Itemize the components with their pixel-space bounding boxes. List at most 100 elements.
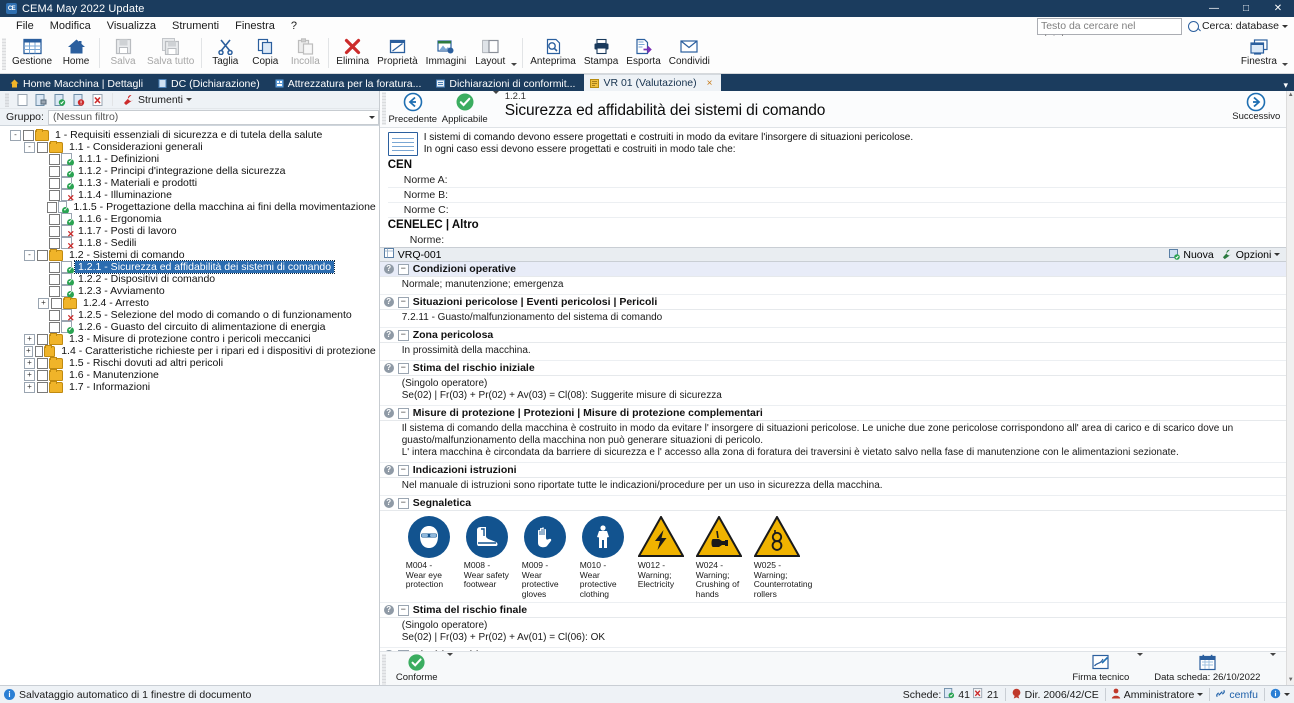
tree-checkbox[interactable] bbox=[23, 129, 34, 141]
safety-sign[interactable]: W025 - Warning; Counterrotating rollers bbox=[754, 515, 812, 599]
collapse-icon[interactable]: − bbox=[397, 407, 409, 419]
help-icon[interactable]: ? bbox=[383, 264, 394, 274]
section-header-situazioni-pericolose[interactable]: ? − Situazioni pericolose | Eventi pericol… bbox=[379, 295, 1287, 310]
tree-item[interactable]: - 1 - Requisiti essenziali di sicurezza e… bbox=[0, 128, 379, 141]
safety-sign[interactable]: W012 - Warning; Electricity bbox=[638, 515, 685, 599]
help-icon[interactable]: ? bbox=[383, 408, 394, 418]
help-icon[interactable]: ? bbox=[383, 297, 394, 307]
tree-item[interactable]: +1.3 - Misure di protezione contro i per… bbox=[0, 332, 379, 345]
ribbon-button-incolla[interactable]: Incolla bbox=[285, 37, 325, 71]
section-body-stima-rischio-iniziale[interactable]: (Singolo operatore) Se(02) | Fr(03) + Pr(… bbox=[379, 376, 1287, 406]
alert-doc-icon[interactable] bbox=[71, 92, 87, 107]
menu-item-help[interactable]: ? bbox=[283, 17, 305, 35]
vrq-new-button[interactable]: Nuova bbox=[1169, 249, 1214, 261]
menu-item-finestra[interactable]: Finestra bbox=[227, 17, 283, 35]
tree-item[interactable]: +1.7 - Informazioni bbox=[0, 380, 379, 393]
menu-item-file[interactable]: File bbox=[8, 17, 42, 35]
collapse-icon[interactable]: − bbox=[397, 362, 409, 374]
ribbon-button-finestra-split[interactable]: Finestra bbox=[1237, 37, 1290, 71]
section-header-indicazioni-istruzioni[interactable]: ? − Indicazioni istruzioni bbox=[379, 463, 1287, 478]
vrq-options-button[interactable]: Opzioni bbox=[1222, 249, 1281, 261]
scroll-up-icon[interactable]: ▲ bbox=[1288, 91, 1294, 100]
tree-item[interactable]: +1.6 - Manutenzione bbox=[0, 368, 379, 381]
tree-item[interactable]: - 1.1 - Considerazioni generali bbox=[0, 140, 379, 153]
tab-overflow-chevron-icon[interactable]: ▾ bbox=[1283, 80, 1294, 91]
collapse-icon[interactable]: - bbox=[24, 249, 35, 261]
tree-checkbox[interactable] bbox=[49, 165, 60, 177]
expand-icon[interactable]: + bbox=[24, 345, 33, 357]
doc-tab-dichiarazioni-conformita[interactable]: Dichiarazioni di conformit... bbox=[430, 76, 584, 91]
doc-tab-attrezzatura[interactable]: Attrezzatura per la foratura... bbox=[269, 76, 431, 91]
tree-checkbox[interactable] bbox=[47, 201, 57, 213]
ribbon-button-elimina[interactable]: Elimina bbox=[332, 37, 373, 71]
ribbon-button-copia[interactable]: Copia bbox=[245, 37, 285, 71]
tree-checkbox[interactable] bbox=[37, 333, 48, 345]
section-body-condizioni-operative[interactable]: Normale; manutenzione; emergenza bbox=[379, 277, 1287, 295]
data-scheda-button[interactable]: Data scheda: 26/10/2022 bbox=[1147, 653, 1267, 683]
help-icon[interactable]: ? bbox=[383, 605, 394, 615]
expand-icon[interactable]: + bbox=[38, 297, 49, 309]
collapse-icon[interactable]: − bbox=[397, 604, 409, 616]
norm-row-b[interactable]: Norme B: bbox=[387, 188, 1287, 203]
tree-item[interactable]: ✕ 1.1.8 - Sedili bbox=[0, 237, 379, 251]
tree-item[interactable]: ✓ 1.1.3 - Materiali e prodotti bbox=[0, 177, 379, 190]
expand-icon[interactable]: + bbox=[24, 333, 35, 345]
ribbon-button-stampa[interactable]: Stampa bbox=[580, 37, 622, 71]
expand-icon[interactable]: + bbox=[24, 369, 35, 381]
tree-item[interactable]: ✕ 1.1.7 - Posti di lavoro bbox=[0, 225, 379, 239]
tree-item[interactable]: ✓ 1.1.2 - Principi d'integrazione della s… bbox=[0, 165, 379, 178]
ribbon-button-salva-tutto[interactable]: Salva tutto bbox=[143, 37, 198, 71]
ribbon-button-immagini[interactable]: Immagini bbox=[422, 37, 471, 71]
ribbon-button-layout[interactable]: Layout bbox=[470, 37, 510, 71]
collapse-icon[interactable]: − bbox=[397, 329, 409, 341]
norm-row-a[interactable]: Norme A: bbox=[387, 173, 1287, 188]
section-header-misure-protezione[interactable]: ? − Misure di protezione | Protezioni | Mi… bbox=[379, 406, 1287, 421]
tree-checkbox[interactable] bbox=[49, 273, 60, 285]
chevron-down-icon[interactable] bbox=[1282, 63, 1288, 66]
remove-doc-icon[interactable] bbox=[90, 92, 106, 107]
vertical-scrollbar[interactable]: ▲ ▼ bbox=[1286, 91, 1294, 685]
safety-sign[interactable]: M009 - Wear protective gloves bbox=[522, 515, 569, 599]
tree-checkbox[interactable] bbox=[49, 189, 60, 201]
ribbon-button-gestione[interactable]: Gestione bbox=[8, 37, 56, 71]
tree-item[interactable]: +1.5 - Rischi dovuti ad altri pericoli bbox=[0, 356, 379, 369]
tree-item[interactable]: ✓ 1.1.1 - Definizioni bbox=[0, 153, 379, 166]
tree-item[interactable]: - 1.2 - Sistemi di comando bbox=[0, 248, 379, 261]
applicable-button[interactable]: Applicabile bbox=[438, 91, 492, 127]
help-icon[interactable]: ? bbox=[383, 465, 394, 475]
tree-checkbox[interactable] bbox=[49, 261, 60, 273]
menu-item-modifica[interactable]: Modifica bbox=[42, 17, 99, 35]
collapse-icon[interactable]: − bbox=[397, 296, 409, 308]
help-icon[interactable]: ? bbox=[383, 330, 394, 340]
next-button[interactable]: Successivo bbox=[1226, 91, 1286, 127]
collapse-icon[interactable]: − bbox=[397, 263, 409, 275]
safety-sign[interactable]: M010 - Wear protective clothing bbox=[580, 515, 627, 599]
menu-item-strumenti[interactable]: Strumenti bbox=[164, 17, 227, 35]
group-filter-select[interactable]: (Nessun filtro) bbox=[47, 109, 379, 125]
collapse-icon[interactable]: - bbox=[10, 129, 21, 141]
tree-checkbox[interactable] bbox=[49, 321, 60, 333]
tree-item[interactable]: +1.4 - Caratteristiche richieste per i r… bbox=[0, 344, 379, 357]
tree-item[interactable]: ✓ 1.1.5 - Progettazione della macchina ai… bbox=[0, 201, 379, 214]
tree-checkbox[interactable] bbox=[49, 285, 60, 297]
ribbon-button-proprieta[interactable]: Proprietà bbox=[373, 37, 422, 71]
tree-checkbox[interactable] bbox=[37, 369, 48, 381]
section-body-zona-pericolosa[interactable]: In prossimità della macchina. bbox=[379, 343, 1287, 361]
ribbon-button-esporta[interactable]: Esporta bbox=[622, 37, 664, 71]
tree-checkbox[interactable] bbox=[37, 357, 48, 369]
tree-item[interactable]: +1.2.4 - Arresto bbox=[0, 296, 379, 309]
doc-tab-dc-dichiarazione[interactable]: DC (Dichiarazione) bbox=[152, 76, 269, 91]
ribbon-button-finestra[interactable]: Finestra bbox=[1237, 37, 1281, 71]
section-header-stima-rischio-finale[interactable]: ? − Stima del rischio finale bbox=[379, 603, 1287, 618]
requirements-tree[interactable]: - 1 - Requisiti essenziali di sicurezza e… bbox=[0, 126, 379, 685]
ribbon-button-taglia[interactable]: Taglia bbox=[205, 37, 245, 71]
doc-tab-home-macchina[interactable]: Home Macchina | Dettagli bbox=[4, 76, 152, 91]
tree-checkbox[interactable] bbox=[49, 153, 60, 165]
safety-sign[interactable]: M004 - Wear eye protection bbox=[406, 515, 453, 599]
menu-item-visualizza[interactable]: Visualizza bbox=[99, 17, 164, 35]
close-icon[interactable]: × bbox=[707, 78, 713, 89]
maximize-button[interactable]: □ bbox=[1230, 0, 1262, 17]
section-header-zona-pericolosa[interactable]: ? − Zona pericolosa bbox=[379, 328, 1287, 343]
doc-tab-vr01-valutazione[interactable]: VR 01 (Valutazione) × bbox=[584, 74, 722, 91]
tree-item[interactable]: ✓ 1.1.6 - Ergonomia bbox=[0, 213, 379, 226]
